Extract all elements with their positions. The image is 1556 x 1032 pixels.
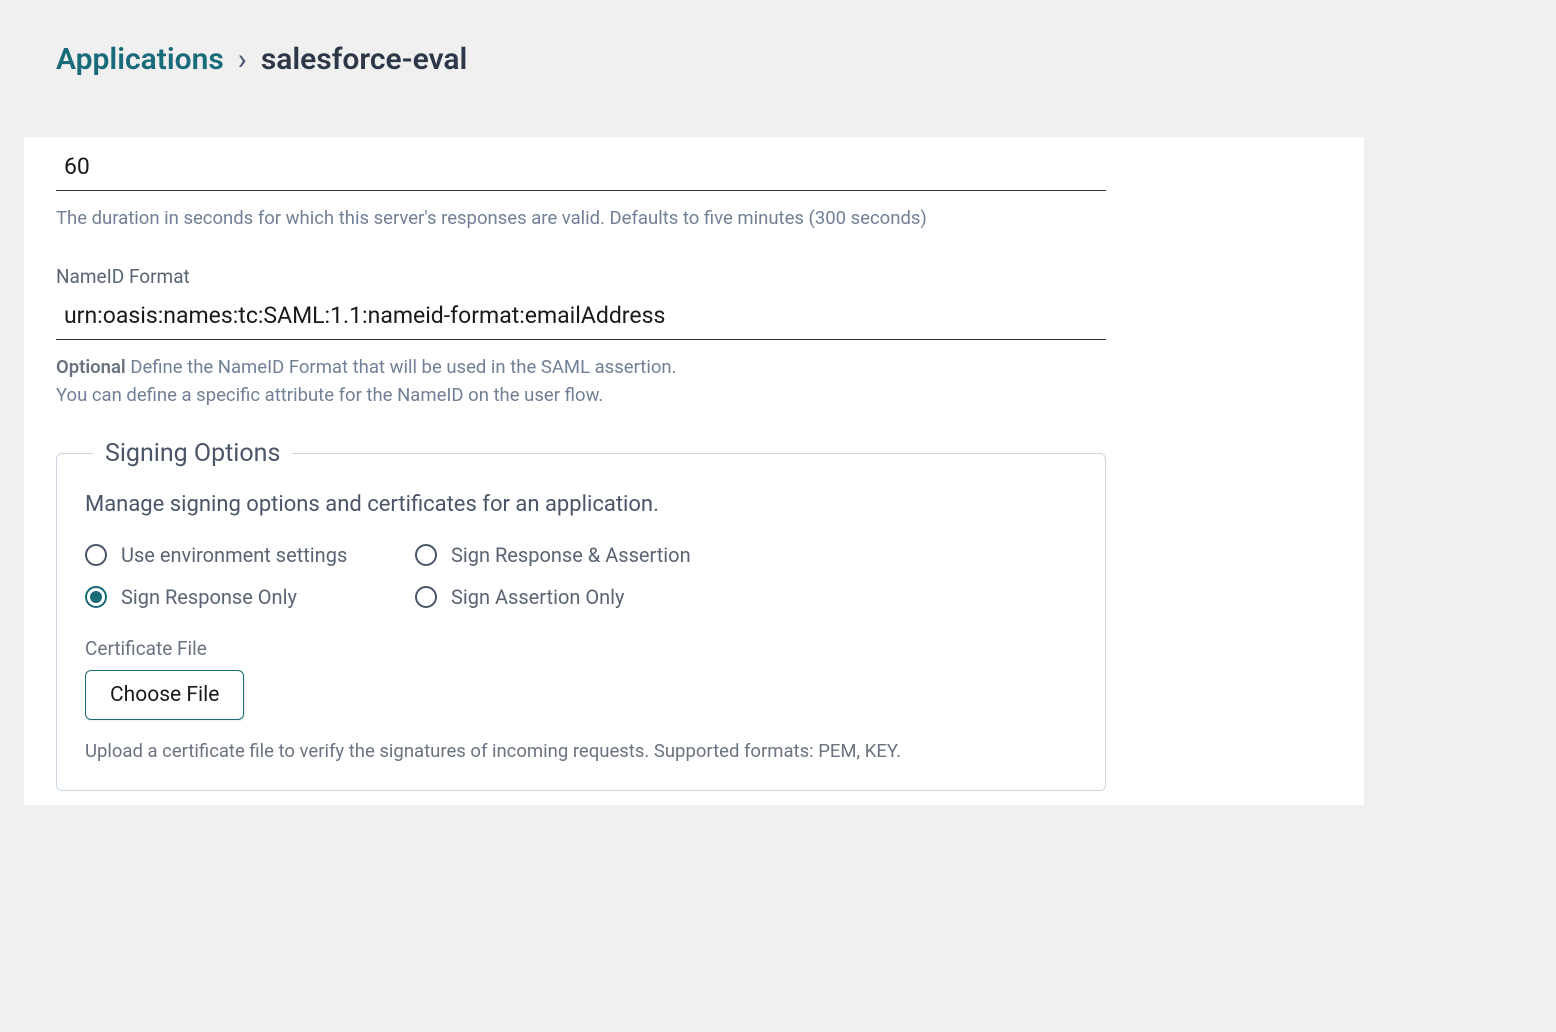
- radio-label: Use environment settings: [121, 543, 347, 567]
- certificate-help-text: Upload a certificate file to verify the …: [85, 740, 1077, 762]
- nameid-help-line1: Define the NameID Format that will be us…: [126, 356, 677, 378]
- signing-options-legend: Signing Options: [93, 439, 292, 468]
- radio-label: Sign Assertion Only: [451, 585, 625, 609]
- breadcrumb-root-link[interactable]: Applications: [56, 42, 224, 77]
- cutoff-region: IDP Initiated Login: [56, 791, 1332, 795]
- radio-icon: [415, 544, 437, 566]
- signing-radio-group: Use environment settings Sign Response &…: [85, 543, 1077, 609]
- duration-help-text: The duration in seconds for which this s…: [56, 205, 1106, 233]
- duration-input[interactable]: [56, 149, 1106, 184]
- choose-file-button[interactable]: Choose File: [85, 670, 244, 720]
- nameid-help-line2: You can define a specific attribute for …: [56, 384, 603, 406]
- optional-tag: Optional: [56, 356, 126, 378]
- breadcrumb-current: salesforce-eval: [261, 42, 468, 77]
- chevron-right-icon: ›: [238, 42, 247, 77]
- radio-icon-selected: [85, 586, 107, 608]
- radio-sign-assertion-only[interactable]: Sign Assertion Only: [415, 585, 775, 609]
- nameid-input[interactable]: [56, 298, 1106, 333]
- duration-field-wrap: [56, 149, 1106, 191]
- radio-use-environment-settings[interactable]: Use environment settings: [85, 543, 405, 567]
- nameid-help-text: Optional Define the NameID Format that w…: [56, 354, 1106, 410]
- certificate-file-label: Certificate File: [85, 637, 1077, 660]
- signing-options-description: Manage signing options and certificates …: [85, 492, 1077, 517]
- radio-sign-response-and-assertion[interactable]: Sign Response & Assertion: [415, 543, 775, 567]
- radio-sign-response-only[interactable]: Sign Response Only: [85, 585, 405, 609]
- radio-label: Sign Response & Assertion: [451, 543, 691, 567]
- breadcrumb: Applications › salesforce-eval: [56, 42, 1332, 77]
- page-header: Applications › salesforce-eval: [24, 16, 1364, 137]
- nameid-field-wrap: [56, 298, 1106, 340]
- radio-label: Sign Response Only: [121, 585, 297, 609]
- signing-options-fieldset: Signing Options Manage signing options a…: [56, 439, 1106, 791]
- nameid-label: NameID Format: [56, 265, 1332, 288]
- radio-icon: [85, 544, 107, 566]
- radio-icon: [415, 586, 437, 608]
